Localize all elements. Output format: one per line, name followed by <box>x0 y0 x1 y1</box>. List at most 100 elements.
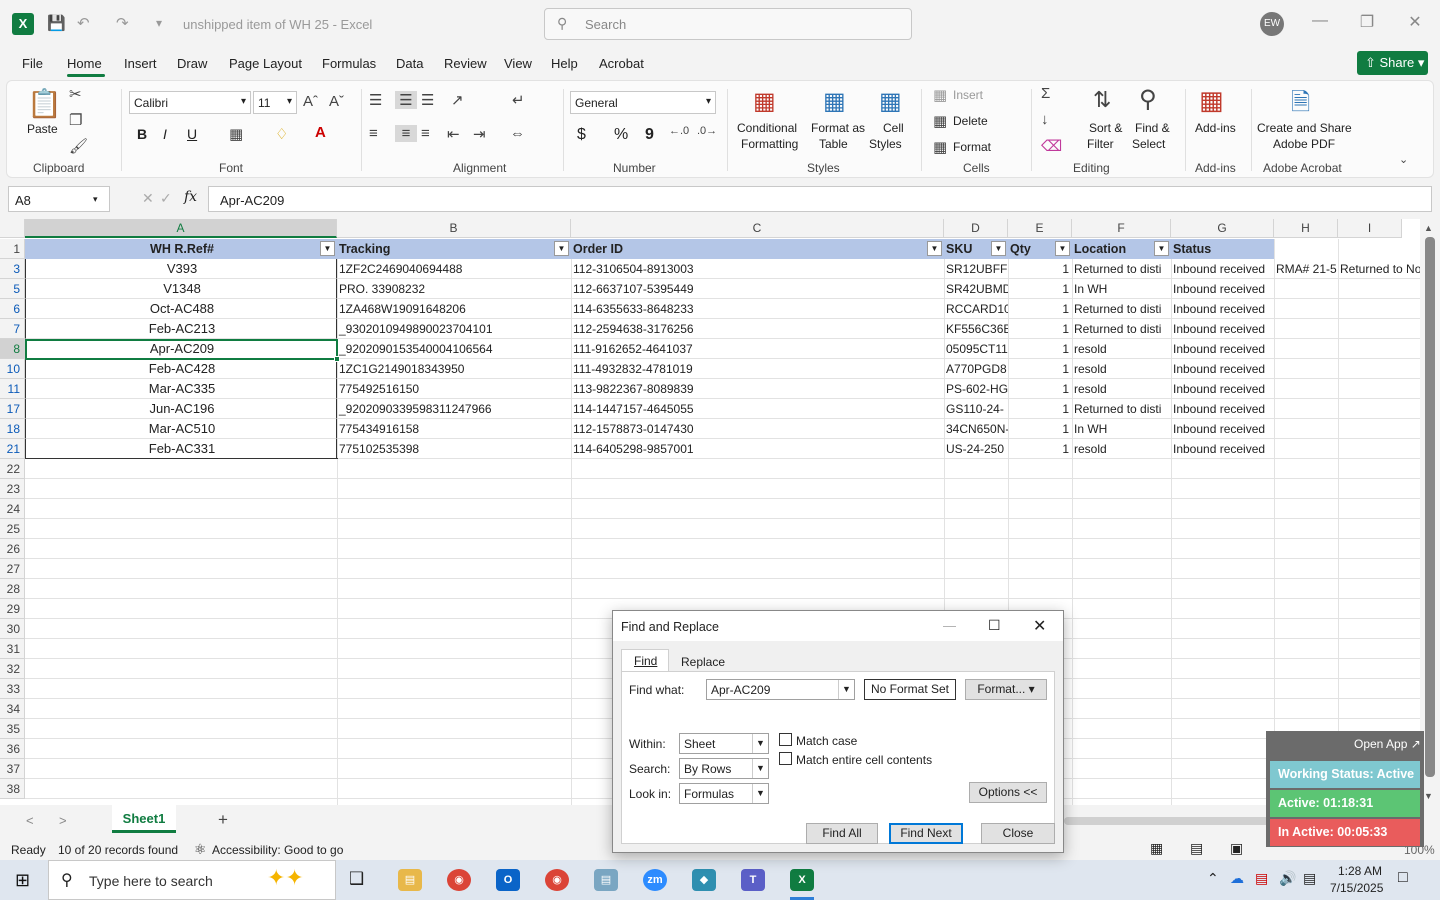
table-cell[interactable]: resold <box>1072 379 1171 399</box>
create-pdf-label-2[interactable]: Adobe PDF <box>1273 137 1335 151</box>
tray-app-icon[interactable]: ▤ <box>1255 870 1268 887</box>
find-next-button[interactable]: Find Next <box>889 823 963 844</box>
column-header-g[interactable]: G <box>1171 219 1274 238</box>
table-cell[interactable]: Oct-AC488 <box>25 299 337 319</box>
row-header[interactable]: 37 <box>0 759 25 779</box>
column-header-h[interactable]: H <box>1274 219 1338 238</box>
table-cell[interactable] <box>1274 439 1338 459</box>
avatar[interactable]: EW <box>1260 12 1284 36</box>
chrome-icon[interactable]: ◉ <box>447 869 471 891</box>
table-cell[interactable] <box>1338 359 1420 379</box>
vertical-scroll-thumb[interactable] <box>1425 237 1435 777</box>
next-sheet-icon[interactable]: > <box>59 813 67 828</box>
minimize-icon[interactable]: — <box>1310 12 1330 30</box>
table-cell[interactable]: KF556C36B <box>944 319 1008 339</box>
table-cell[interactable]: V1348 <box>25 279 337 299</box>
clear-icon[interactable]: ⌫ <box>1041 137 1062 155</box>
fill-color-icon[interactable]: ♢ <box>275 125 288 143</box>
row-header[interactable]: 6 <box>0 299 25 319</box>
shrink-font-icon[interactable]: Aˇ <box>329 93 344 110</box>
find-all-button[interactable]: Find All <box>806 823 878 844</box>
column-header-e[interactable]: E <box>1008 219 1072 238</box>
table-cell[interactable]: 1 <box>1008 439 1072 459</box>
italic-button[interactable]: I <box>163 126 167 142</box>
align-right-icon[interactable]: ≡ <box>421 125 430 142</box>
customize-quick-access-icon[interactable]: ▾ <box>156 16 162 30</box>
tab-formulas[interactable]: Formulas <box>322 56 376 71</box>
table-cell[interactable]: Returned to disti <box>1072 299 1171 319</box>
tab-data[interactable]: Data <box>396 56 423 71</box>
table-cell[interactable]: _9202090339598311247966 <box>337 399 571 419</box>
row-header[interactable]: 1 <box>0 239 25 259</box>
insert-cells-icon[interactable]: ▦ <box>933 86 947 104</box>
cell-styles-icon[interactable]: ▦ <box>879 87 902 116</box>
select-all-corner[interactable] <box>0 219 25 238</box>
clock-time[interactable]: 1:28 AM <box>1338 864 1382 878</box>
row-header[interactable]: 29 <box>0 599 25 619</box>
filter-dropdown-icon[interactable]: ▼ <box>320 241 335 256</box>
options-button[interactable]: Options << <box>969 782 1047 803</box>
column-header-b[interactable]: B <box>337 219 571 238</box>
windows-start-icon[interactable]: ⊞ <box>15 870 30 891</box>
table-cell[interactable] <box>1338 339 1420 359</box>
table-cell[interactable]: GS110-24- <box>944 399 1008 419</box>
tab-acrobat[interactable]: Acrobat <box>599 56 644 71</box>
dialog-close-icon[interactable]: ✕ <box>1033 616 1046 636</box>
find-what-input[interactable]: Apr-AC209 ▼ <box>706 679 855 700</box>
table-cell[interactable] <box>1274 339 1338 359</box>
undo-icon[interactable]: ↶ <box>77 14 90 32</box>
table-cell[interactable]: 114-6405298-9857001 <box>571 439 944 459</box>
row-header[interactable]: 11 <box>0 379 25 399</box>
table-cell[interactable]: 1 <box>1008 399 1072 419</box>
table-cell[interactable]: Mar-AC510 <box>25 419 337 439</box>
task-view-icon[interactable]: ❑ <box>349 869 364 889</box>
conditional-formatting-label-2[interactable]: Formatting <box>741 137 798 151</box>
save-icon[interactable]: 💾 <box>47 14 66 32</box>
cell-styles-label-2[interactable]: Styles <box>869 137 902 151</box>
tab-page-layout[interactable]: Page Layout <box>229 56 302 71</box>
table-cell[interactable] <box>1274 359 1338 379</box>
dialog-maximize-icon[interactable]: ☐ <box>988 617 1001 634</box>
table-cell[interactable]: 112-1578873-0147430 <box>571 419 944 439</box>
filter-dropdown-icon[interactable]: ▼ <box>1055 241 1070 256</box>
tab-replace[interactable]: Replace <box>673 651 729 672</box>
find-select-label-2[interactable]: Select <box>1132 137 1165 151</box>
table-cell[interactable] <box>1338 439 1420 459</box>
table-cell[interactable]: US-24-250 <box>944 439 1008 459</box>
sort-filter-label-2[interactable]: Filter <box>1087 137 1114 151</box>
table-cell[interactable]: Inbound received <box>1171 259 1274 279</box>
table-cell[interactable]: 1ZF2C2469040694488 <box>337 259 571 279</box>
sort-filter-label[interactable]: Sort & <box>1089 121 1122 135</box>
tab-find[interactable]: Find <box>621 649 669 672</box>
row-header[interactable]: 7 <box>0 319 25 339</box>
percent-button[interactable]: % <box>614 126 628 144</box>
row-header[interactable]: 35 <box>0 719 25 739</box>
add-ins-icon[interactable]: ▦ <box>1199 85 1224 116</box>
conditional-formatting-icon[interactable]: ▦ <box>753 87 776 116</box>
table-cell[interactable]: 775492516150 <box>337 379 571 399</box>
row-header[interactable]: 3 <box>0 259 25 279</box>
table-cell[interactable] <box>1338 279 1420 299</box>
row-header[interactable]: 8 <box>0 339 25 359</box>
table-cell[interactable]: 1 <box>1008 339 1072 359</box>
row-header[interactable]: 5 <box>0 279 25 299</box>
table-cell[interactable]: 775434916158 <box>337 419 571 439</box>
table-cell[interactable]: Inbound received <box>1171 439 1274 459</box>
table-cell[interactable]: 111-9162652-4641037 <box>571 339 944 359</box>
table-cell[interactable]: 111-4932832-4781019 <box>571 359 944 379</box>
format-as-table-icon[interactable]: ▦ <box>823 87 846 116</box>
table-cell[interactable]: 775102535398 <box>337 439 571 459</box>
match-entire-label[interactable]: Match entire cell contents <box>796 753 932 767</box>
format-cells-label[interactable]: Format <box>953 140 991 154</box>
accessibility-icon[interactable]: ⚛ <box>194 841 207 858</box>
status-accessibility[interactable]: Accessibility: Good to go <box>212 843 343 857</box>
row-header[interactable]: 26 <box>0 539 25 559</box>
header-cell[interactable]: WH R.Ref# <box>25 239 337 259</box>
table-cell[interactable]: Inbound received <box>1171 379 1274 399</box>
formula-input[interactable]: Apr-AC209 <box>208 186 1432 212</box>
currency-button[interactable]: $ <box>577 126 586 144</box>
table-cell[interactable]: 1 <box>1008 319 1072 339</box>
insert-cells-label[interactable]: Insert <box>953 88 983 102</box>
font-name-select[interactable]: Calibri ▾ <box>129 91 251 114</box>
orientation-icon[interactable]: ↗ <box>451 91 464 109</box>
